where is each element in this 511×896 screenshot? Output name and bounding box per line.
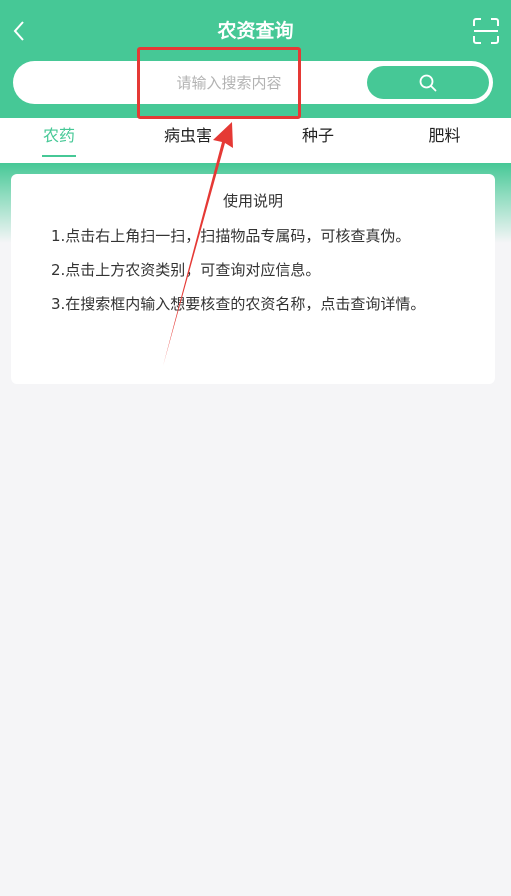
search-icon xyxy=(419,74,437,91)
search-button[interactable] xyxy=(367,66,489,99)
page-title: 农资查询 xyxy=(217,20,294,42)
scan-button[interactable] xyxy=(471,16,501,46)
annotation-highlight-box xyxy=(137,47,301,119)
instruction-item: 3.在搜索框内输入想要核查的农资名称，点击查询详情。 xyxy=(51,295,426,313)
instructions-card: 使用说明 1.点击右上角扫一扫，扫描物品专属码，可核查真伪。 2.点击上方农资类… xyxy=(11,174,495,384)
instructions-title: 使用说明 xyxy=(222,192,283,210)
category-tabs: 农药 病虫害 种子 肥料 xyxy=(0,118,511,163)
tab-fertilizer[interactable]: 肥料 xyxy=(378,118,511,163)
instruction-item: 1.点击右上角扫一扫，扫描物品专属码，可核查真伪。 xyxy=(51,227,411,245)
tab-seeds[interactable]: 种子 xyxy=(258,118,378,163)
tab-pesticide[interactable]: 农药 xyxy=(0,118,118,163)
tab-pests-diseases[interactable]: 病虫害 xyxy=(118,118,258,163)
scan-icon xyxy=(473,18,499,44)
instruction-item: 2.点击上方农资类别，可查询对应信息。 xyxy=(51,261,321,279)
